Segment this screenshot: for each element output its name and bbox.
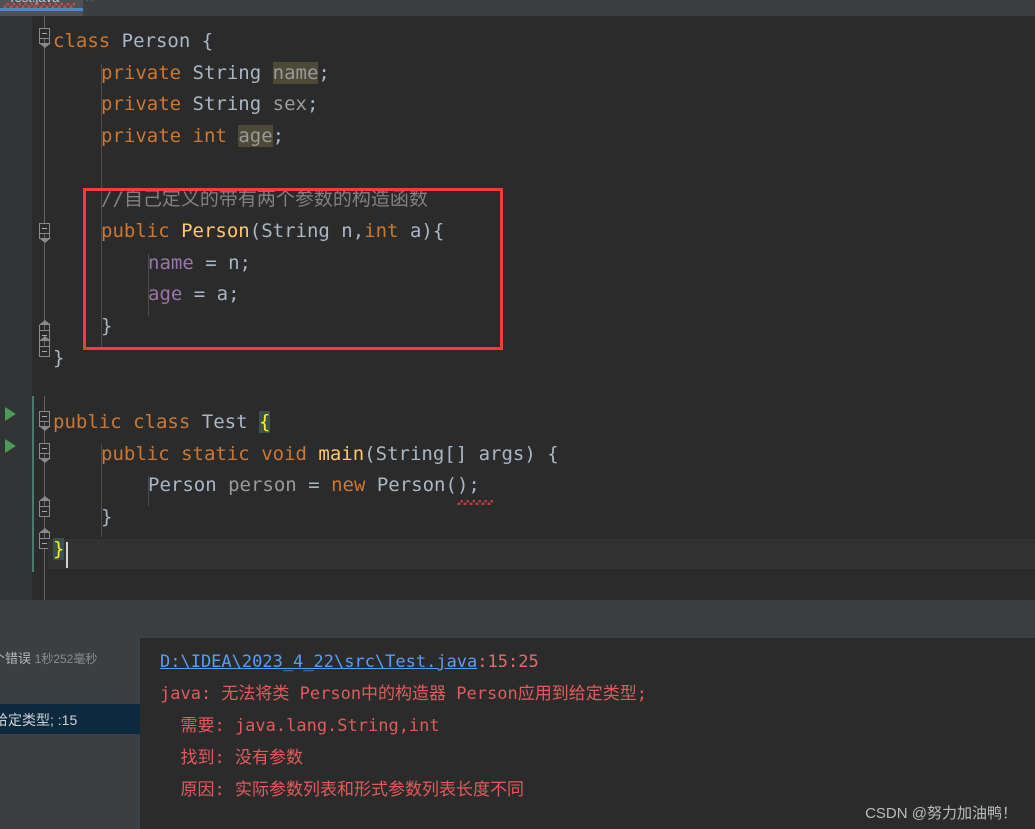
error-squiggle-icon — [457, 500, 493, 505]
tool-window-splitter[interactable] — [0, 600, 1035, 638]
build-tree-row-label: 给定类型; :15 — [0, 712, 78, 728]
code-line[interactable]: public class Test { — [53, 407, 271, 439]
build-tool-window: 个错误 1秒252毫秒 D:\IDEA\2023_4_22\src\Test.j… — [0, 638, 1035, 829]
fold-tip-icon — [39, 496, 51, 506]
close-icon[interactable]: ⌃ — [84, 0, 95, 11]
build-summary: 个错误 1秒252毫秒 — [0, 648, 142, 667]
error-message-line: 找到: 没有参数 — [160, 748, 303, 768]
editor-gutter[interactable] — [0, 16, 32, 600]
code-line[interactable]: private String sex; — [101, 89, 318, 121]
build-tree-selected-row[interactable]: 给定类型; :15 — [0, 704, 140, 734]
fold-minus-icon[interactable] — [39, 28, 50, 39]
run-arrow-icon[interactable] — [5, 407, 16, 421]
fold-tip-icon — [39, 39, 51, 48]
code-line[interactable]: name = n; — [148, 248, 251, 280]
fold-minus-icon[interactable] — [39, 346, 50, 357]
fold-minus-icon[interactable] — [39, 223, 50, 234]
fold-tip-icon — [39, 528, 51, 538]
code-line[interactable]: } — [53, 343, 64, 375]
code-line-comment[interactable]: //自己定义的带有两个参数的构造函数 — [101, 184, 428, 216]
watermark: CSDN @努力加油鸭！ — [865, 805, 1017, 822]
tab-active-indicator — [0, 8, 83, 11]
text-caret — [66, 542, 68, 568]
file-link[interactable]: D:\IDEA\2023_4_22\src\Test.java — [160, 652, 477, 672]
code-line[interactable]: public Person(String n,int a){ — [101, 216, 444, 248]
build-duration: 1秒252毫秒 — [34, 652, 98, 666]
error-message-line: 原因: 实际参数列表和形式参数列表长度不同 — [160, 780, 524, 800]
editor-tab-bar: Test.java ⌃ — [0, 0, 1035, 16]
fold-tip-icon — [39, 234, 51, 243]
file-position: :15:25 — [477, 652, 539, 672]
run-arrow-icon[interactable] — [5, 439, 16, 453]
code-line[interactable]: } — [53, 534, 65, 566]
code-line[interactable]: private int age; — [101, 121, 284, 153]
fold-tip-icon — [39, 336, 51, 346]
fold-rail — [44, 16, 45, 346]
vcs-change-marker — [32, 396, 34, 572]
error-message-line: java: 无法将类 Person中的构造器 Person应用到给定类型; — [160, 684, 647, 704]
fold-minus-icon[interactable] — [39, 443, 50, 454]
fold-minus-icon[interactable] — [39, 411, 50, 422]
code-comment: //自己定义的带有两个参数的构造函数 — [101, 188, 428, 210]
code-line[interactable]: } — [101, 502, 112, 534]
build-error-count: 个错误 — [0, 651, 32, 666]
code-line[interactable]: } — [101, 311, 112, 343]
error-message-line: 需要: java.lang.String,int — [160, 716, 440, 736]
code-line[interactable]: Person person = new Person(); — [148, 470, 480, 502]
code-line[interactable]: class Person { — [53, 26, 213, 58]
code-line[interactable]: public static void main(String[] args) { — [101, 439, 559, 471]
fold-minus-icon[interactable] — [39, 506, 50, 517]
code-editor[interactable]: class Person { private String name; priv… — [0, 16, 1035, 600]
tab-test-java[interactable]: Test.java — [0, 0, 83, 16]
fold-tip-icon — [39, 454, 51, 463]
error-file-link-line[interactable]: D:\IDEA\2023_4_22\src\Test.java:15:25 — [160, 646, 539, 678]
code-line[interactable]: private String name; — [101, 58, 330, 90]
build-output-console[interactable]: D:\IDEA\2023_4_22\src\Test.java:15:25 ja… — [140, 638, 1035, 829]
current-line-highlight — [48, 539, 1035, 569]
fold-tip-icon — [39, 320, 51, 330]
code-line[interactable]: age = a; — [148, 279, 240, 311]
fold-tip-icon — [39, 422, 51, 431]
